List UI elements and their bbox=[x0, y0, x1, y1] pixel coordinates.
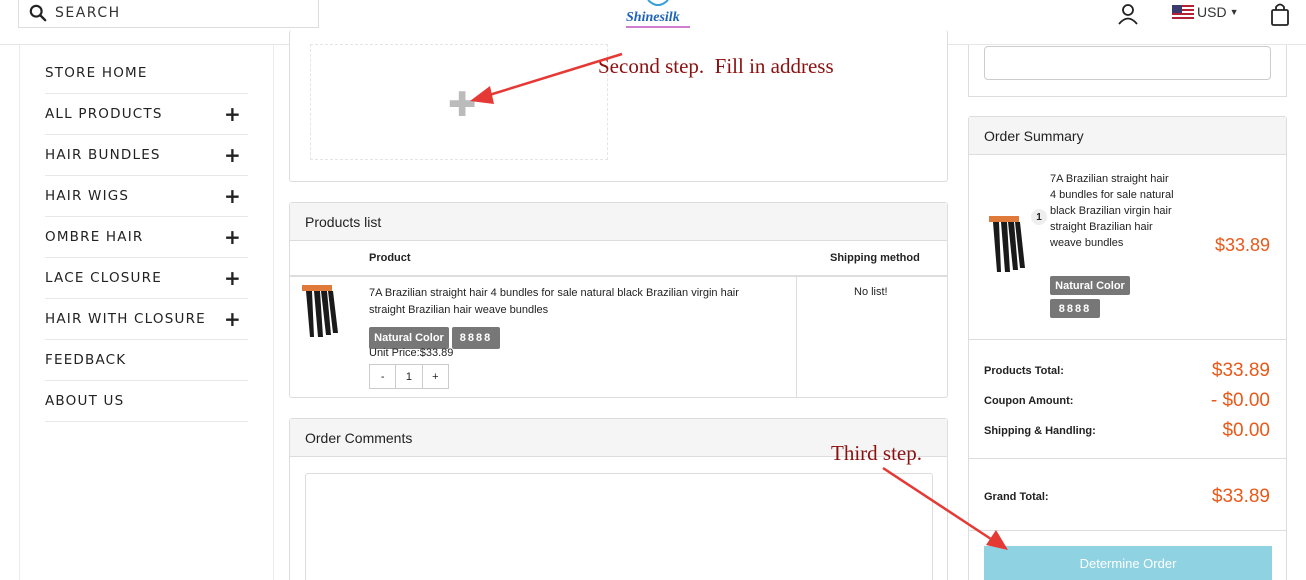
category-sidebar: STORE HOME ALL PRODUCTS + HAIR BUNDLES + H… bbox=[19, 45, 274, 580]
shipping-handling-label: Shipping & Handling: bbox=[984, 425, 1096, 437]
products-list-title: Products list bbox=[290, 203, 947, 241]
products-total-value: $33.89 bbox=[1211, 360, 1270, 381]
sidebar-item-label: HAIR WIGS bbox=[45, 188, 130, 204]
divider bbox=[968, 96, 1287, 97]
determine-order-button[interactable]: Determine Order bbox=[984, 546, 1272, 580]
products-list-panel: Products list Product Shipping method 7A… bbox=[289, 202, 948, 398]
shipping-handling-value: $0.00 bbox=[1222, 420, 1270, 441]
quantity-stepper: - 1 + bbox=[369, 364, 449, 389]
column-header-shipping: Shipping method bbox=[830, 252, 920, 264]
quantity-increase-button[interactable]: + bbox=[423, 365, 448, 388]
store-logo[interactable]: Shinesilk bbox=[618, 0, 698, 32]
us-flag-icon bbox=[1172, 5, 1194, 19]
annotation-second-step: Second step. Fill in address bbox=[598, 54, 834, 78]
coupon-amount-value: - $0.00 bbox=[1210, 390, 1270, 411]
divider bbox=[969, 458, 1286, 459]
summary-product-price: $33.89 bbox=[1214, 235, 1270, 255]
sidebar-item-label: FEEDBACK bbox=[45, 352, 127, 368]
sidebar-item-about-us[interactable]: ABOUT US bbox=[45, 381, 248, 422]
product-color-tag: Natural Color bbox=[369, 327, 449, 349]
shipping-method-value: No list! bbox=[854, 286, 888, 298]
currency-label: USD bbox=[1197, 4, 1227, 20]
summary-color-tag: Natural Color bbox=[1050, 276, 1130, 295]
product-name[interactable]: 7A Brazilian straight hair 4 bundles for… bbox=[369, 285, 769, 319]
expand-plus-icon[interactable]: + bbox=[224, 186, 242, 206]
sidebar-item-label: LACE CLOSURE bbox=[45, 270, 162, 286]
sidebar-item-feedback[interactable]: FEEDBACK bbox=[45, 340, 248, 381]
unit-price: Unit Price:$33.89 bbox=[369, 347, 454, 359]
sidebar-item-ombre-hair[interactable]: OMBRE HAIR + bbox=[45, 217, 248, 258]
summary-product-thumbnail bbox=[989, 216, 1025, 272]
product-size-tag: 8888 bbox=[452, 327, 500, 349]
address-panel: ✚ bbox=[289, 30, 948, 182]
summary-size-tag: 8888 bbox=[1050, 299, 1100, 318]
expand-plus-icon[interactable]: + bbox=[224, 309, 242, 329]
sidebar-item-hair-bundles[interactable]: HAIR BUNDLES + bbox=[45, 135, 248, 176]
sidebar-item-label: STORE HOME bbox=[45, 65, 148, 81]
search-bar[interactable]: SEARCH bbox=[18, 0, 319, 28]
search-icon bbox=[29, 4, 47, 21]
add-address-box[interactable]: ✚ bbox=[310, 44, 608, 160]
coupon-input[interactable] bbox=[984, 46, 1271, 80]
order-comments-textarea[interactable] bbox=[305, 473, 933, 580]
divider bbox=[1286, 45, 1287, 97]
products-table-header: Product Shipping method bbox=[290, 242, 947, 277]
sidebar-item-label: HAIR WITH CLOSURE bbox=[45, 311, 206, 327]
sidebar-item-label: ABOUT US bbox=[45, 393, 125, 409]
svg-text:Shinesilk: Shinesilk bbox=[626, 10, 680, 25]
sidebar-item-hair-wigs[interactable]: HAIR WIGS + bbox=[45, 176, 248, 217]
summary-quantity-badge: 1 bbox=[1031, 209, 1047, 225]
shopping-bag-icon[interactable] bbox=[1269, 2, 1291, 26]
sidebar-item-hair-with-closure[interactable]: HAIR WITH CLOSURE + bbox=[45, 299, 248, 340]
expand-plus-icon[interactable]: + bbox=[224, 145, 242, 165]
summary-product-name: 7A Brazilian straight hair 4 bundles for… bbox=[1050, 173, 1174, 249]
expand-plus-icon[interactable]: + bbox=[224, 104, 242, 124]
divider bbox=[969, 530, 1286, 531]
products-total-label: Products Total: bbox=[984, 365, 1064, 377]
quantity-decrease-button[interactable]: - bbox=[370, 365, 397, 388]
grand-total-value: $33.89 bbox=[1211, 486, 1270, 507]
column-divider bbox=[796, 277, 797, 398]
add-address-plus-icon[interactable]: ✚ bbox=[448, 88, 477, 122]
caret-down-icon: ▼ bbox=[1229, 7, 1239, 17]
sidebar-item-all-products[interactable]: ALL PRODUCTS + bbox=[45, 94, 248, 135]
column-header-product: Product bbox=[369, 252, 411, 264]
divider bbox=[968, 45, 969, 97]
coupon-amount-label: Coupon Amount: bbox=[984, 395, 1074, 407]
product-thumbnail bbox=[302, 285, 338, 337]
search-label: SEARCH bbox=[55, 4, 121, 21]
grand-total-label: Grand Total: bbox=[984, 491, 1049, 503]
sidebar-item-label: ALL PRODUCTS bbox=[45, 106, 163, 122]
sidebar-item-lace-closure[interactable]: LACE CLOSURE + bbox=[45, 258, 248, 299]
annotation-third-step: Third step. bbox=[831, 441, 922, 465]
account-icon[interactable] bbox=[1117, 3, 1139, 25]
expand-plus-icon[interactable]: + bbox=[224, 268, 242, 288]
sidebar-item-store-home[interactable]: STORE HOME bbox=[45, 53, 248, 94]
order-summary-panel: Order Summary 1 7A Brazilian straight ha… bbox=[968, 116, 1287, 580]
sidebar-item-label: HAIR BUNDLES bbox=[45, 147, 161, 163]
quantity-value[interactable]: 1 bbox=[396, 365, 423, 388]
order-summary-title: Order Summary bbox=[969, 117, 1286, 155]
divider bbox=[969, 339, 1286, 340]
sidebar-item-label: OMBRE HAIR bbox=[45, 229, 144, 245]
expand-plus-icon[interactable]: + bbox=[224, 227, 242, 247]
currency-selector[interactable]: USD ▼ bbox=[1172, 4, 1238, 20]
